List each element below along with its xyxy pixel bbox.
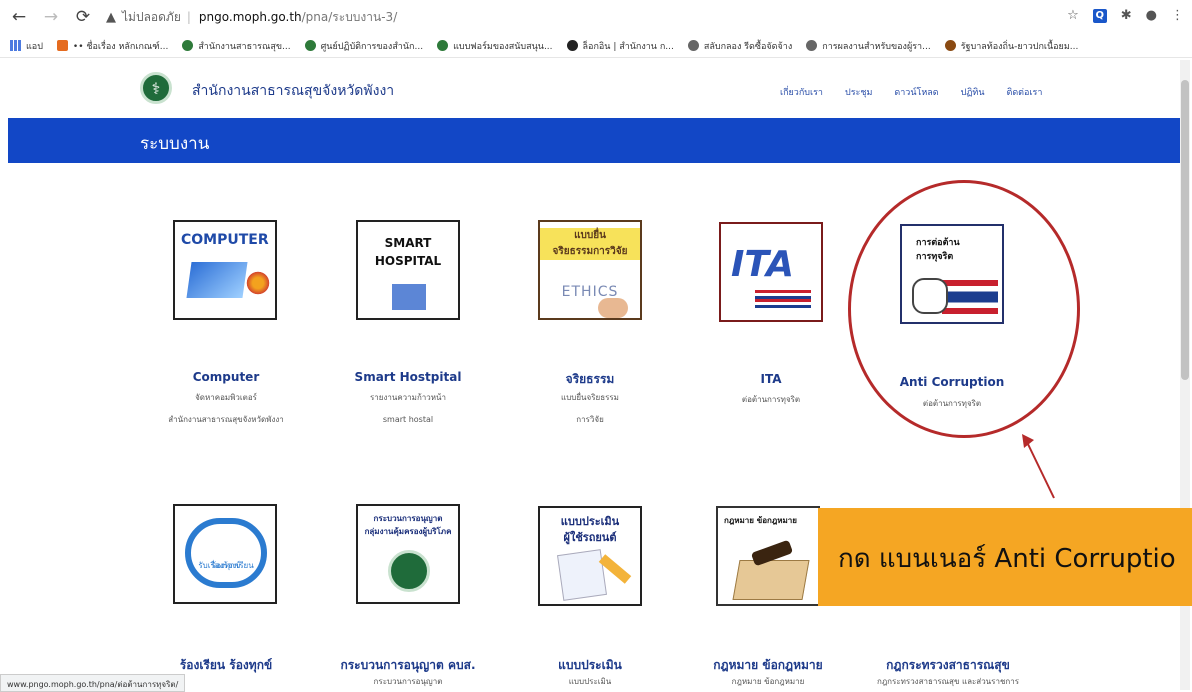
bookmark-item[interactable]: รัฐบาลท้องถิ่น-ยาวปกเนื้อยม...	[944, 39, 1078, 53]
not-secure-label: ไม่ปลอดภัย	[122, 9, 181, 24]
card-sub: แบบยื่นจริยธรรม	[561, 393, 619, 402]
nav-meeting[interactable]: ประชุม	[845, 85, 872, 99]
site-header: ⚕ สำนักงานสาธารณสุขจังหวัดพังงา เกี่ยวกั…	[0, 60, 1192, 118]
bookmark-icon	[687, 40, 699, 51]
nav-calendar[interactable]: ปฏิทิน	[961, 85, 985, 99]
card-title-evaluation[interactable]: แบบประเมิน	[500, 656, 680, 675]
evaluation-banner[interactable]: แบบประเมิน ผู้ใช้รถยนต์	[538, 506, 642, 606]
tile-label: รับเรื่องร้องเรียน ร้องทุกข์	[198, 561, 254, 570]
card-sub: กฎกระทรวงสาธารณสุข และส่วนราชการ	[876, 677, 1020, 686]
tile-label: กฎหมาย ข้อกฎหมาย	[724, 516, 797, 525]
bookmark-item[interactable]: สำนักงานสาธารณสุข...	[182, 39, 291, 53]
bookmarks-bar: แอป •• ชื่อเรื่อง หลักเกณฑ์... สำนักงานส…	[0, 34, 1192, 58]
bookmark-item[interactable]: การผลงานสำหรับของผู้รา...	[806, 39, 931, 53]
nav-contact[interactable]: ติดต่อเรา	[1006, 85, 1042, 99]
thai-flag-icon	[755, 290, 811, 308]
speech-bubble-icon: รับเรื่องร้องเรียน ร้องทุกข์	[185, 518, 267, 588]
tile-label: ITA	[731, 244, 795, 285]
warning-icon: ▲	[106, 9, 116, 25]
card-title-law[interactable]: กฎหมาย ข้อกฎหมาย	[678, 656, 858, 675]
moph-logo-icon[interactable]: ⚕	[140, 72, 172, 104]
url-path: /pna/ระบบงาน-3/	[301, 9, 398, 24]
ita-banner[interactable]: ITA	[719, 222, 823, 322]
smart-hospital-banner[interactable]: SMART HOSPITAL	[356, 220, 460, 320]
card-title-permit[interactable]: กระบวนการอนุญาต คบส.	[318, 656, 498, 675]
bookmark-item[interactable]: •• ชื่อเรื่อง หลักเกณฑ์...	[56, 39, 168, 53]
card-title-ethics[interactable]: จริยธรรม	[500, 370, 680, 389]
tile-label: แบบประเมิน ผู้ใช้รถยนต์	[560, 515, 620, 544]
bookmark-item[interactable]: แบบฟอร์มของสนับสนุน...	[437, 39, 553, 53]
address-separator: |	[186, 10, 191, 24]
card-sub: กฎหมาย ข้อกฎหมาย	[731, 677, 805, 686]
bookmark-icon	[437, 40, 449, 51]
bookmark-item[interactable]: ล็อกอิน | สำนักงาน ก...	[566, 39, 674, 53]
bookmark-icon	[566, 40, 578, 51]
hand-writing-icon	[598, 298, 628, 318]
nav-about[interactable]: เกี่ยวกับเรา	[780, 85, 823, 99]
scrollbar-thumb[interactable]	[1181, 80, 1189, 380]
extension-icon[interactable]: Q	[1092, 8, 1107, 23]
bookmark-icon	[806, 40, 818, 51]
status-bar-url: www.pngo.moph.go.th/pna/ต่อต้านการทุจริต…	[0, 674, 186, 692]
highlight-circle	[848, 180, 1080, 438]
card-title-complaint[interactable]: ร้องเรียน ร้องทุกข์	[136, 656, 316, 675]
callout-text: กด แบนเนอร์ Anti Corruptio	[838, 544, 1176, 574]
bookmark-item[interactable]: ศูนย์ปฏิบัติการของสำนัก...	[304, 39, 423, 53]
tile-label: แบบยื่น จริยธรรมการวิจัย	[540, 228, 640, 260]
site-title[interactable]: สำนักงานสาธารณสุขจังหวัดพังงา	[192, 80, 394, 102]
tile-label: กระบวนการอนุญาต กลุ่มงานคุ้มครองผู้บริโภค	[364, 514, 452, 536]
moph-seal-icon	[388, 550, 430, 592]
computer-banner[interactable]: COMPUTER	[173, 220, 277, 320]
card-sub: สำนักงานสาธารณสุขจังหวัดพังงา	[168, 415, 284, 424]
page-title: ระบบงาน	[140, 134, 210, 154]
card-sub: smart hostal	[382, 415, 434, 424]
bookmark-icon	[304, 40, 316, 51]
site-nav: เกี่ยวกับเรา ประชุม ดาวน์โหลด ปฏิทิน ติด…	[780, 85, 1042, 99]
card-sub: แบบประเมิน	[568, 677, 612, 686]
gear-cluster-icon	[245, 270, 271, 296]
card-title-ministry-rules[interactable]: กฎกระทรวงสาธารณสุข	[858, 656, 1038, 675]
reload-icon[interactable]: ⟳	[70, 4, 96, 30]
address-bar[interactable]: ▲ ไม่ปลอดภัย | pngo.moph.go.th /pna/ระบบ…	[106, 4, 397, 30]
pointer-arrow-icon	[1022, 434, 1055, 499]
browser-toolbar: ← → ⟳ ▲ ไม่ปลอดภัย | pngo.moph.go.th /pn…	[0, 0, 1192, 34]
nav-download[interactable]: ดาวน์โหลด	[894, 85, 938, 99]
toolbar-right-icons: ☆ Q ✱ ● ⋮	[1067, 8, 1184, 23]
checklist-icon	[557, 549, 607, 601]
card-sub: รายงานความก้าวหน้า	[369, 393, 446, 402]
bookmark-icon	[944, 40, 956, 51]
card-sub: กระบวนการอนุญาต	[373, 677, 443, 686]
apps-grid-icon	[10, 40, 21, 51]
url-host: pngo.moph.go.th	[198, 10, 302, 24]
profile-icon[interactable]: ●	[1146, 8, 1157, 23]
book-icon	[732, 560, 810, 600]
forward-arrow-icon[interactable]: →	[38, 4, 64, 30]
permit-banner[interactable]: กระบวนการอนุญาต กลุ่มงานคุ้มครองผู้บริโภค	[356, 504, 460, 604]
tile-label: COMPUTER	[181, 232, 269, 248]
instruction-callout: กด แบนเนอร์ Anti Corruptio	[818, 508, 1192, 606]
page-banner: ระบบงาน	[8, 118, 1180, 163]
card-sub: จัดหาคอมพิวเตอร์	[195, 393, 257, 402]
bookmark-apps[interactable]: แอป	[10, 39, 43, 53]
bookmark-icon	[56, 40, 68, 51]
tile-label: SMART HOSPITAL	[374, 236, 442, 268]
ethics-banner[interactable]: แบบยื่น จริยธรรมการวิจัย ETHICS	[538, 220, 642, 320]
back-arrow-icon[interactable]: ←	[6, 4, 32, 30]
complaint-banner[interactable]: รับเรื่องร้องเรียน ร้องทุกข์	[173, 504, 277, 604]
ethics-label: ETHICS	[561, 284, 619, 300]
hospital-icon	[392, 284, 426, 310]
bookmark-icon	[182, 40, 194, 51]
card-sub: การวิจัย	[576, 415, 604, 424]
bookmark-item[interactable]: สลับกลอง รีดซื้อจัดจ้าง	[687, 39, 792, 53]
laptop-icon	[186, 262, 248, 298]
card-sub: ต่อต้านการทุจริต	[741, 395, 801, 404]
card-title-smart-hospital[interactable]: Smart Hostpital	[318, 370, 498, 384]
card-title-computer[interactable]: Computer	[136, 370, 316, 384]
card-title-ita[interactable]: ITA	[681, 372, 861, 386]
menu-kebab-icon[interactable]: ⋮	[1171, 8, 1184, 23]
puzzle-icon[interactable]: ✱	[1121, 8, 1132, 23]
star-icon[interactable]: ☆	[1067, 8, 1079, 23]
law-banner[interactable]: กฎหมาย ข้อกฎหมาย	[716, 506, 820, 606]
